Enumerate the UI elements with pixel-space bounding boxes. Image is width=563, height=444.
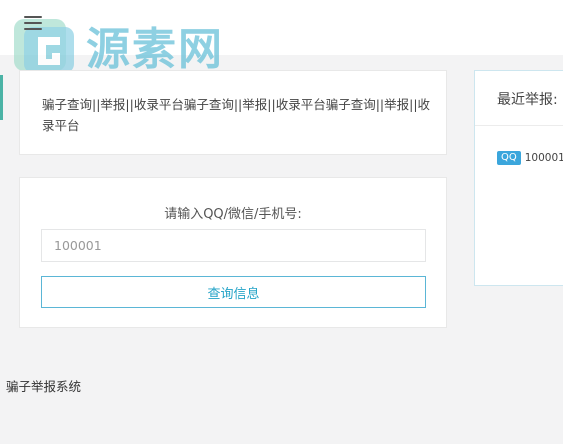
query-input[interactable] [41, 229, 426, 262]
divider [475, 125, 563, 126]
recent-reports-card: 最近举报: QQ 100001 [474, 70, 563, 286]
query-card: 请输入QQ/微信/手机号: 查询信息 [19, 177, 447, 328]
report-value: 100001 [524, 152, 563, 164]
logo-mark-icon [14, 19, 74, 73]
notice-text: 骗子查询||举报||收录平台骗子查询||举报||收录平台骗子查询||举报||收录… [42, 97, 431, 133]
query-label: 请输入QQ/微信/手机号: [164, 207, 302, 222]
watermark-logo: 源素网 [12, 14, 224, 76]
footer-text: 骗子举报系统 [6, 379, 82, 394]
notice-card: 骗子查询||举报||收录平台骗子查询||举报||收录平台骗子查询||举报||收录… [19, 70, 447, 155]
sidebar-accent-bar [0, 75, 3, 120]
query-button[interactable]: 查询信息 [41, 276, 426, 308]
hamburger-menu-icon[interactable] [24, 16, 42, 30]
recent-reports-title: 最近举报: [497, 92, 558, 108]
report-type-badge: QQ [497, 151, 521, 165]
recent-report-item[interactable]: QQ 100001 [497, 151, 563, 165]
logo-text: 源素网 [86, 24, 224, 75]
